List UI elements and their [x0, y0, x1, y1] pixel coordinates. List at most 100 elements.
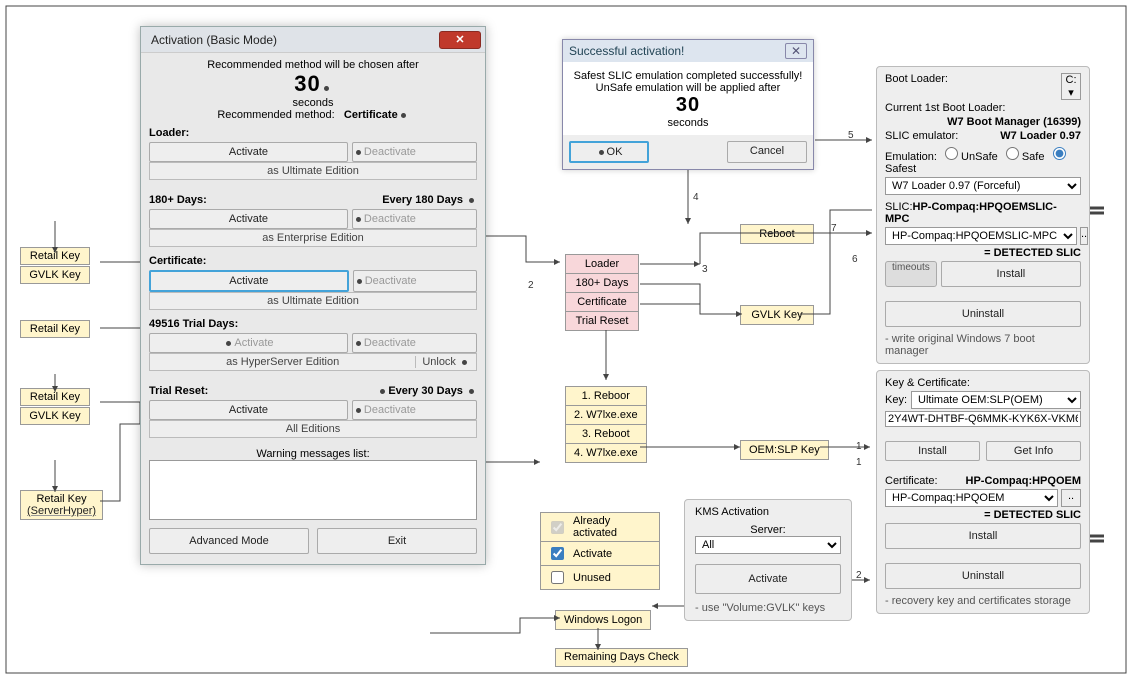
trial-deactivate-button[interactable]: Deactivate: [352, 333, 477, 353]
emu-safe-radio[interactable]: [1006, 147, 1019, 160]
popup-close-icon[interactable]: ✕: [785, 43, 807, 59]
key-getinfo-button[interactable]: Get Info: [986, 441, 1081, 461]
key-value-input[interactable]: [885, 411, 1081, 427]
advanced-mode-button[interactable]: Advanced Mode: [149, 528, 309, 554]
countdown: 30: [294, 71, 320, 96]
kms-activate-button[interactable]: Activate: [695, 564, 841, 594]
d180-activate-button[interactable]: Activate: [149, 209, 348, 229]
svg-text:6: 6: [852, 254, 858, 265]
cert-activate-button[interactable]: Activate: [149, 270, 349, 292]
d180-deactivate-button[interactable]: Deactivate: [352, 209, 477, 229]
loader-edition: as Ultimate Edition: [149, 162, 477, 180]
reset-activate-button[interactable]: Activate: [149, 400, 348, 420]
step-3: 3. Reboot: [565, 424, 647, 444]
boot-install-button[interactable]: Install: [941, 261, 1081, 287]
oemslp-box: OEM:SLP Key: [740, 440, 829, 460]
svg-text:2: 2: [856, 570, 862, 581]
slic-emulator-value: W7 Loader 0.97: [1000, 130, 1081, 142]
boot-uninstall-button[interactable]: Uninstall: [885, 301, 1081, 327]
chk-unused[interactable]: [551, 571, 564, 584]
bootloader-panel: Boot Loader: C: ▾ Current 1st Boot Loade…: [876, 66, 1090, 364]
stack-cert: Certificate: [565, 292, 639, 312]
boot-note: - write original Windows 7 boot manager: [885, 333, 1081, 357]
kms-note: - use "Volume:GVLK" keys: [695, 602, 841, 614]
keycert-header: Key & Certificate:: [885, 377, 1081, 389]
keycert-panel: Key & Certificate: Key: Ultimate OEM:SLP…: [876, 370, 1090, 614]
cert-browse-button[interactable]: ..: [1061, 489, 1081, 507]
reset-deactivate-button[interactable]: Deactivate: [352, 400, 477, 420]
warnings-label: Warning messages list:: [149, 448, 477, 460]
method-stack: Loader 180+ Days Certificate Trial Reset: [565, 254, 639, 331]
step-1: 1. Reboor: [565, 386, 647, 406]
cert-section-label: Certificate:: [149, 255, 477, 267]
titlebar: Activation (Basic Mode) ✕: [141, 27, 485, 53]
trial-activate-button[interactable]: Activate: [149, 333, 348, 353]
slic-browse-button[interactable]: ..: [1080, 227, 1088, 245]
svg-text:1: 1: [856, 441, 862, 452]
cert-deactivate-button[interactable]: Deactivate: [353, 270, 477, 292]
d180-edition: as Enterprise Edition: [149, 229, 477, 247]
reset-label: Trial Reset:: [149, 385, 208, 397]
popup-ok-button[interactable]: OK: [569, 141, 649, 163]
reset-edition: All Editions: [149, 420, 477, 438]
logon-box: Windows Logon: [555, 610, 651, 630]
popup-cancel-button[interactable]: Cancel: [727, 141, 807, 163]
timeouts-button[interactable]: timeouts: [885, 261, 937, 287]
trial-edition: as HyperServer Edition: [150, 356, 415, 368]
warnings-box: [149, 460, 477, 520]
loader-deactivate-button[interactable]: Deactivate: [352, 142, 477, 162]
drive-select[interactable]: C: ▾: [1061, 73, 1081, 100]
svg-text:3: 3: [702, 264, 708, 275]
remaining-box: Remaining Days Check: [555, 648, 688, 667]
unlock-button[interactable]: Unlock: [415, 356, 476, 368]
boot-current-value: W7 Boot Manager (16399): [885, 116, 1081, 128]
emu-safest-radio[interactable]: [1053, 147, 1066, 160]
exit-button[interactable]: Exit: [317, 528, 477, 554]
cert-value: HP-Compaq:HPQOEM: [966, 475, 1082, 487]
seconds-label: seconds: [149, 97, 477, 109]
keybox-retail-4: Retail Key(ServerHyper): [20, 490, 103, 520]
svg-text:5: 5: [848, 130, 854, 141]
stack-180: 180+ Days: [565, 273, 639, 293]
cert-detected: = DETECTED SLIC: [885, 509, 1081, 521]
keybox-retail-2: Retail Key: [20, 320, 90, 338]
cert-uninstall-button[interactable]: Uninstall: [885, 563, 1081, 589]
key-select[interactable]: Ultimate OEM:SLP(OEM): [911, 391, 1081, 409]
stack-reset: Trial Reset: [565, 311, 639, 331]
boot-detected: = DETECTED SLIC: [885, 247, 1081, 259]
rec-line1: Recommended method will be chosen after: [149, 59, 477, 71]
loader-activate-button[interactable]: Activate: [149, 142, 348, 162]
d180-label: 180+ Days:: [149, 194, 207, 206]
key-install-button[interactable]: Install: [885, 441, 980, 461]
keycert-note: - recovery key and certificates storage: [885, 595, 1081, 607]
steps-stack: 1. Reboor 2. W7lxe.exe 3. Reboot 4. W7lx…: [565, 386, 647, 463]
step-4: 4. W7lxe.exe: [565, 443, 647, 463]
recommended-method: Certificate: [344, 109, 398, 121]
cert-install-button[interactable]: Install: [885, 523, 1081, 549]
step-2: 2. W7lxe.exe: [565, 405, 647, 425]
keybox-retail-3: Retail Key: [20, 388, 90, 406]
popup-countdown: 30: [573, 94, 803, 117]
stack-loader: Loader: [565, 254, 639, 274]
boot-current-label: Current 1st Boot Loader:: [885, 102, 1081, 114]
chk-already[interactable]: [551, 521, 564, 534]
slic-select[interactable]: HP-Compaq:HPQOEMSLIC-MPC: [885, 227, 1077, 245]
cert-select[interactable]: HP-Compaq:HPQOEM: [885, 489, 1058, 507]
check-list: Already activated Activate Unused: [540, 513, 660, 590]
keybox-retail-1: Retail Key: [20, 247, 90, 265]
success-popup: Successful activation! ✕ Safest SLIC emu…: [562, 39, 814, 170]
kms-server-select[interactable]: All: [695, 536, 841, 554]
close-button[interactable]: ✕: [439, 31, 481, 49]
kms-panel: KMS Activation Server: All Activate - us…: [684, 499, 852, 621]
svg-text:2: 2: [528, 280, 534, 291]
trial-label: 49516 Trial Days:: [149, 318, 477, 330]
loader-select[interactable]: W7 Loader 0.97 (Forceful): [885, 177, 1081, 195]
svg-text:1: 1: [856, 457, 862, 468]
keybox-gvlk-1: GVLK Key: [20, 266, 90, 284]
activation-window: Activation (Basic Mode) ✕ Recommended me…: [140, 26, 486, 565]
reboot-box: Reboot: [740, 224, 814, 244]
chk-activate[interactable]: [551, 547, 564, 560]
loader-label: Loader:: [149, 127, 477, 139]
cert-edition: as Ultimate Edition: [149, 292, 477, 310]
emu-unsafe-radio[interactable]: [945, 147, 958, 160]
